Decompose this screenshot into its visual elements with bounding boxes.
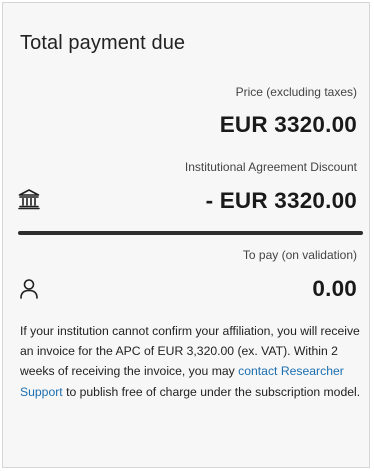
discount-label: Institutional Agreement Discount bbox=[184, 160, 357, 174]
affiliation-note: If your institution cannot confirm your … bbox=[20, 321, 365, 402]
card-title: Total payment due bbox=[20, 32, 186, 54]
user-icon bbox=[17, 277, 41, 306]
price-label: Price (excluding taxes) bbox=[235, 85, 357, 99]
price-value: EUR 3320.00 bbox=[219, 112, 357, 137]
total-divider bbox=[18, 231, 363, 235]
discount-value: - EUR 3320.00 bbox=[205, 188, 357, 213]
institution-icon bbox=[17, 187, 41, 216]
to-pay-label: To pay (on validation) bbox=[242, 248, 357, 262]
to-pay-value: 0.00 bbox=[312, 276, 357, 301]
payment-summary-card: Total payment due Price (excluding taxes… bbox=[2, 2, 370, 468]
note-text-after: to publish free of charge under the subs… bbox=[62, 384, 361, 399]
